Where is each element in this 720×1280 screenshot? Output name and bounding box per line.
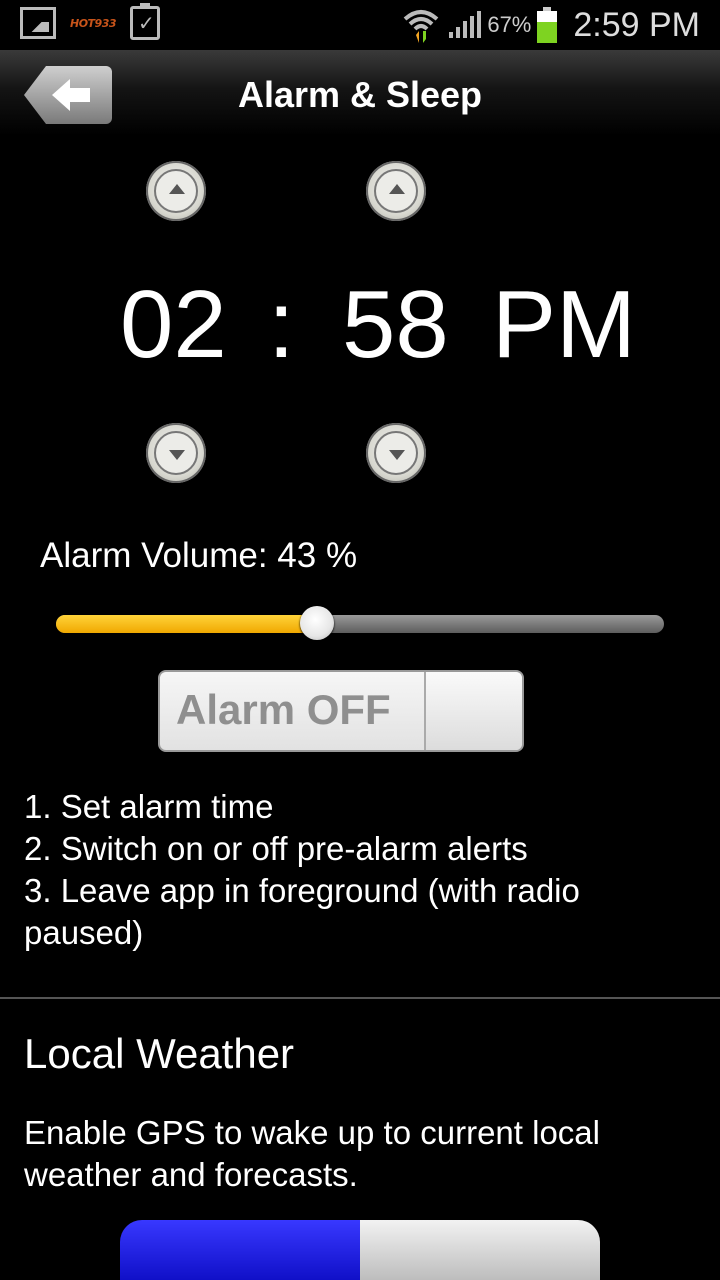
instruction-item: 1. Set alarm time — [24, 788, 274, 825]
alarm-toggle-knob[interactable] — [424, 672, 522, 750]
status-clock: 2:59 PM — [573, 5, 700, 44]
time-separator: : — [268, 271, 295, 378]
signal-icon — [449, 11, 482, 38]
chevron-down-icon — [389, 450, 405, 460]
title-bar: Alarm & Sleep — [0, 50, 720, 136]
alarm-minutes: 58 — [342, 271, 449, 378]
page-title: Alarm & Sleep — [237, 74, 483, 115]
instruction-item: paused) — [24, 914, 144, 951]
alarm-toggle[interactable]: Alarm OFF — [158, 670, 524, 752]
system-icons: 67% 2:59 PM — [401, 0, 700, 50]
chevron-down-icon — [169, 450, 185, 460]
notification-icons: HOT933 — [20, 3, 161, 40]
volume-slider-thumb[interactable] — [300, 606, 335, 640]
alarm-toggle-label: Alarm OFF — [176, 686, 391, 733]
hour-up-button[interactable] — [146, 161, 206, 221]
clipboard-check-icon — [130, 3, 161, 40]
weather-section-title: Local Weather — [24, 1030, 295, 1077]
volume-slider-fill — [56, 615, 318, 633]
gps-toggle[interactable] — [120, 1220, 600, 1280]
gallery-icon — [20, 7, 56, 39]
gps-toggle-off-side[interactable] — [360, 1220, 600, 1280]
wifi-icon — [404, 10, 439, 43]
battery-percent: 67% — [487, 12, 532, 37]
instructions-list: 1. Set alarm time 2. Switch on or off pr… — [24, 786, 704, 954]
minute-down-button[interactable] — [366, 423, 426, 483]
alarm-volume-label: Alarm Volume: 43 % — [40, 536, 358, 575]
section-divider — [0, 997, 720, 999]
battery-icon — [537, 7, 558, 43]
alarm-hours: 02 — [120, 271, 227, 378]
instruction-item: 2. Switch on or off pre-alarm alerts — [24, 830, 528, 867]
weather-description: Enable GPS to wake up to current local w… — [24, 1114, 600, 1193]
chevron-up-icon — [169, 184, 185, 194]
radio-station-icon: HOT933 — [70, 16, 117, 30]
gps-toggle-on-side[interactable] — [120, 1220, 360, 1280]
chevron-up-icon — [389, 184, 405, 194]
alarm-period: PM — [492, 271, 636, 378]
alarm-time-display: 02 : 58 PM — [0, 270, 720, 380]
hour-down-button[interactable] — [146, 423, 206, 483]
status-bar: HOT933 67% 2:59 PM — [0, 0, 720, 50]
instruction-item: 3. Leave app in foreground (with radio — [24, 872, 580, 909]
volume-slider[interactable] — [56, 606, 664, 640]
minute-up-button[interactable] — [366, 161, 426, 221]
